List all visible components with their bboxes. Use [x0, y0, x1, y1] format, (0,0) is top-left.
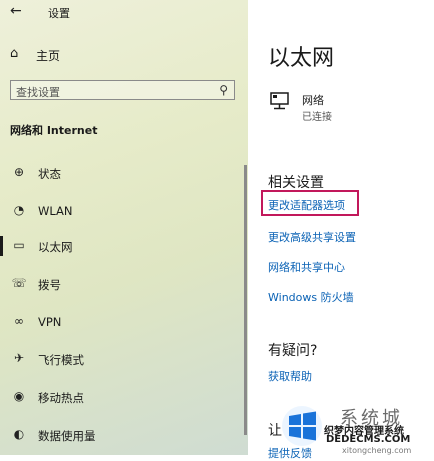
data-usage-icon: ◐ [13, 427, 25, 441]
related-settings-heading: 相关设置 [268, 175, 324, 191]
sidebar-item-label: 数据使用量 [38, 429, 96, 443]
sidebar-item-label: 飞行模式 [38, 353, 84, 367]
page-title: 以太网 [268, 46, 335, 71]
network-name[interactable]: 网络 [302, 92, 324, 108]
home-icon: ⌂ [10, 46, 19, 61]
network-status: 已连接 [302, 112, 332, 123]
network-sharing-center-link[interactable]: 网络和共享中心 [268, 259, 345, 275]
search-box[interactable]: 查找设置 ⚲ [10, 80, 235, 100]
sidebar-item-label: 拨号 [38, 278, 61, 292]
wifi-icon: ◔ [13, 203, 25, 217]
content-pane: 以太网 网络 已连接 相关设置 更改适配器选项 更改高级共享设置 网络和共享中心… [248, 0, 434, 460]
home-label: 主页 [36, 49, 61, 63]
windows-logo-icon [282, 406, 322, 446]
ethernet-icon: ▭ [13, 238, 25, 252]
sidebar-item-airplane[interactable]: ✈ 飞行模式 [10, 351, 240, 369]
airplane-icon: ✈ [13, 351, 25, 365]
section-heading: 网络和 Internet [10, 124, 98, 137]
questions-heading: 有疑问? [268, 343, 318, 359]
window-title: 设置 [48, 7, 70, 20]
sidebar-item-vpn[interactable]: ∞ VPN [10, 314, 240, 332]
watermark-url: DEDECMS.COM [326, 434, 411, 445]
sidebar-item-status[interactable]: ⊕ 状态 [10, 165, 240, 183]
back-arrow-icon[interactable]: ← [10, 3, 22, 19]
sidebar-item-wlan[interactable]: ◔ WLAN [10, 203, 240, 221]
watermark-subtitle: xitongcheng.com [342, 446, 412, 455]
dialup-icon: ☏ [11, 276, 27, 290]
sidebar-item-dialup[interactable]: ☏ 拨号 [10, 276, 240, 294]
advanced-sharing-link[interactable]: 更改高级共享设置 [268, 229, 356, 245]
monitor-network-icon[interactable] [270, 92, 292, 110]
sidebar-item-data-usage[interactable]: ◐ 数据使用量 [10, 427, 240, 445]
sidebar-item-hotspot[interactable]: ◉ 移动热点 [10, 389, 240, 407]
sidebar-item-label: 状态 [38, 167, 61, 181]
change-adapter-options-link[interactable]: 更改适配器选项 [268, 197, 345, 213]
hotspot-icon: ◉ [13, 389, 25, 403]
sidebar-item-label: VPN [38, 315, 62, 329]
globe-icon: ⊕ [13, 165, 25, 179]
windows-firewall-link[interactable]: Windows 防火墙 [268, 289, 354, 305]
title-bar: ← 设置 [0, 0, 248, 26]
sidebar-scrollbar[interactable] [244, 165, 247, 435]
search-icon[interactable]: ⚲ [219, 83, 228, 97]
home-nav-item[interactable]: ⌂ 主页 [10, 46, 230, 64]
watermark: 系统城 织梦内容管理系统 DEDECMS.COM xitongcheng.com [280, 402, 434, 455]
sidebar-item-label: 以太网 [38, 240, 73, 254]
active-indicator [0, 236, 3, 256]
search-input[interactable]: 查找设置 [16, 84, 60, 100]
vpn-icon: ∞ [14, 314, 24, 328]
get-help-link[interactable]: 获取帮助 [268, 368, 312, 384]
sidebar-item-label: 移动热点 [38, 391, 84, 405]
sidebar-item-label: WLAN [38, 204, 73, 218]
sidebar: ← 设置 ⌂ 主页 查找设置 ⚲ 网络和 Internet ⊕ 状态 ◔ WLA… [0, 0, 248, 455]
sidebar-item-ethernet[interactable]: ▭ 以太网 [10, 238, 240, 256]
